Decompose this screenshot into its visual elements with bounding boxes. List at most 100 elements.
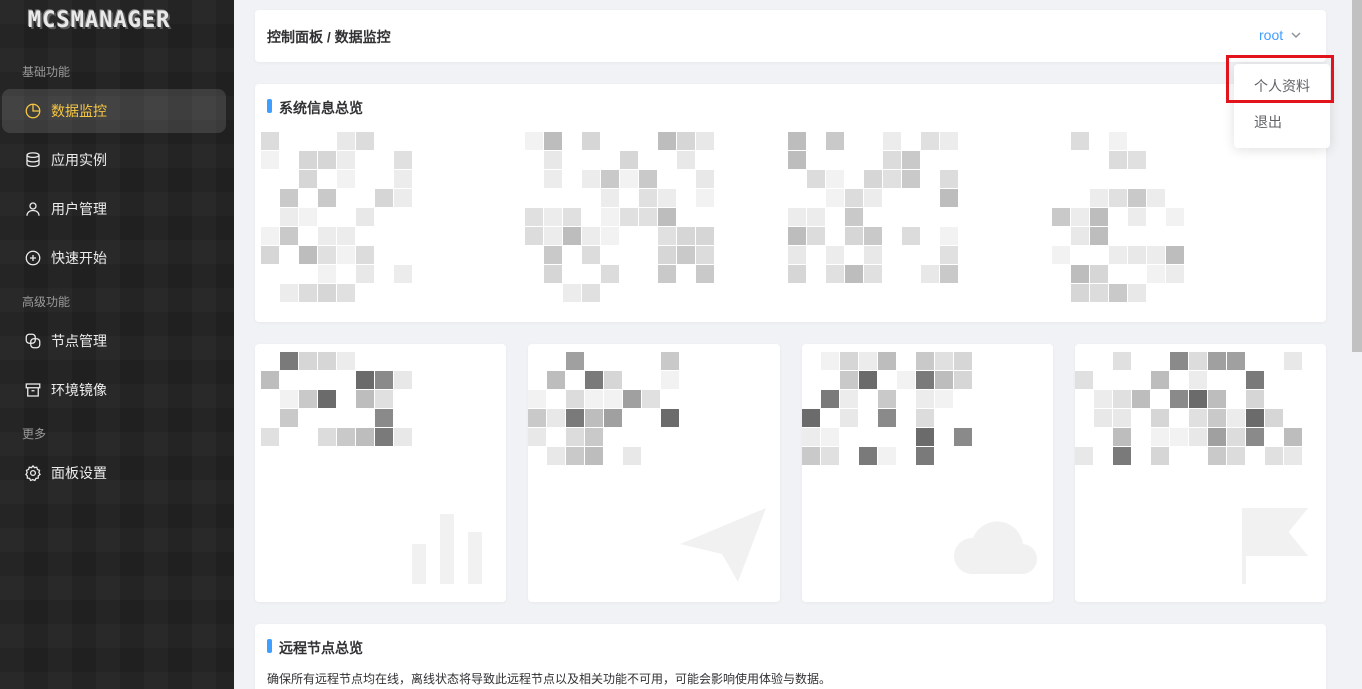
- pixel-block: [802, 447, 820, 465]
- pixel-block: [1075, 371, 1093, 389]
- pixel-block: [1284, 447, 1302, 465]
- pixel-block: [318, 189, 336, 207]
- pixel-block: [547, 371, 565, 389]
- page-scrollbar[interactable]: [1350, 0, 1362, 689]
- pixel-block: [585, 447, 603, 465]
- pixelated-region: [802, 352, 1042, 512]
- pixel-block: [337, 428, 355, 446]
- pixel-block: [394, 265, 412, 283]
- pixel-block: [1128, 151, 1146, 169]
- pixelated-region: [261, 132, 511, 302]
- pixel-block: [375, 428, 393, 446]
- sidebar-item-users[interactable]: 用户管理: [2, 187, 226, 231]
- pixel-block: [639, 170, 657, 188]
- pixel-block: [658, 265, 676, 283]
- pixel-block: [585, 371, 603, 389]
- pixel-block: [623, 447, 641, 465]
- menu-item-profile[interactable]: 个人资料: [1254, 76, 1310, 96]
- pixel-block: [261, 371, 279, 389]
- pixel-block: [356, 208, 374, 226]
- pixel-block: [337, 132, 355, 150]
- pixel-block: [356, 132, 374, 150]
- pixel-block: [1246, 409, 1264, 427]
- pixel-block: [544, 170, 562, 188]
- pixel-block: [585, 428, 603, 446]
- pixel-block: [902, 170, 920, 188]
- pixel-block: [845, 208, 863, 226]
- pixel-block: [864, 227, 882, 245]
- pixel-block: [883, 132, 901, 150]
- pixel-block: [845, 189, 863, 207]
- user-name[interactable]: root: [1259, 27, 1283, 43]
- pixel-block: [394, 189, 412, 207]
- pixel-block: [661, 352, 679, 370]
- pixel-block: [1284, 428, 1302, 446]
- menu-item-logout[interactable]: 退出: [1254, 112, 1282, 132]
- pixel-block: [1071, 132, 1089, 150]
- pixel-block: [280, 409, 298, 427]
- pixel-block: [788, 151, 806, 169]
- pixel-block: [826, 132, 844, 150]
- pixel-block: [840, 409, 858, 427]
- pixel-block: [1052, 208, 1070, 226]
- pixel-block: [356, 371, 374, 389]
- pixel-block: [1227, 409, 1245, 427]
- pixel-block: [261, 428, 279, 446]
- scrollbar-thumb[interactable]: [1352, 0, 1362, 352]
- section-title: 远程节点总览: [267, 638, 363, 658]
- pixel-block: [921, 265, 939, 283]
- sidebar-item-nodes[interactable]: 节点管理: [2, 319, 226, 363]
- sidebar-item-instances[interactable]: 应用实例: [2, 138, 226, 182]
- pixel-block: [528, 428, 546, 446]
- pixel-block: [1090, 189, 1108, 207]
- pixel-block: [1109, 284, 1127, 302]
- user-menu[interactable]: root: [1259, 27, 1301, 43]
- pixel-block: [883, 170, 901, 188]
- pixel-block: [1109, 246, 1127, 264]
- pixel-block: [1113, 409, 1131, 427]
- pixel-block: [940, 132, 958, 150]
- archive-box-icon: [24, 381, 42, 399]
- pixel-block: [1151, 428, 1169, 446]
- pixel-block: [935, 352, 953, 370]
- pixel-block: [620, 208, 638, 226]
- pixel-block: [788, 227, 806, 245]
- pixel-block: [1208, 447, 1226, 465]
- pixel-block: [1071, 208, 1089, 226]
- pixelated-region: [261, 352, 501, 512]
- pixel-block: [696, 265, 714, 283]
- sidebar-item-quick-start[interactable]: 快速开始: [2, 236, 226, 280]
- pixel-block: [525, 227, 543, 245]
- sidebar-item-images[interactable]: 环境镜像: [2, 368, 226, 412]
- sidebar-item-data-monitor[interactable]: 数据监控: [2, 89, 226, 133]
- pixel-block: [1147, 246, 1165, 264]
- pixel-block: [620, 151, 638, 169]
- bar-chart-icon: [412, 514, 482, 584]
- pixel-block: [639, 208, 657, 226]
- database-icon: [24, 151, 42, 169]
- pixel-block: [677, 246, 695, 264]
- pixel-block: [1071, 284, 1089, 302]
- pixel-block: [525, 208, 543, 226]
- pixel-block: [604, 371, 622, 389]
- sidebar-item-label: 节点管理: [51, 333, 107, 349]
- app-logo[interactable]: MCSMANAGER: [28, 8, 170, 36]
- pixel-block: [1208, 352, 1226, 370]
- pixel-block: [620, 170, 638, 188]
- pixel-block: [954, 371, 972, 389]
- pixel-block: [566, 409, 584, 427]
- pixel-block: [1189, 428, 1207, 446]
- pixel-block: [802, 428, 820, 446]
- pixelated-region: [788, 132, 1038, 302]
- pixel-block: [935, 390, 953, 408]
- plus-circle-icon: [24, 249, 42, 267]
- pixel-block: [940, 189, 958, 207]
- pixel-block: [1075, 447, 1093, 465]
- pixel-block: [859, 447, 877, 465]
- pixel-block: [337, 170, 355, 188]
- pixel-block: [661, 371, 679, 389]
- pixel-block: [658, 132, 676, 150]
- sidebar-item-settings[interactable]: 面板设置: [2, 451, 226, 495]
- pixel-block: [337, 246, 355, 264]
- pixel-block: [299, 151, 317, 169]
